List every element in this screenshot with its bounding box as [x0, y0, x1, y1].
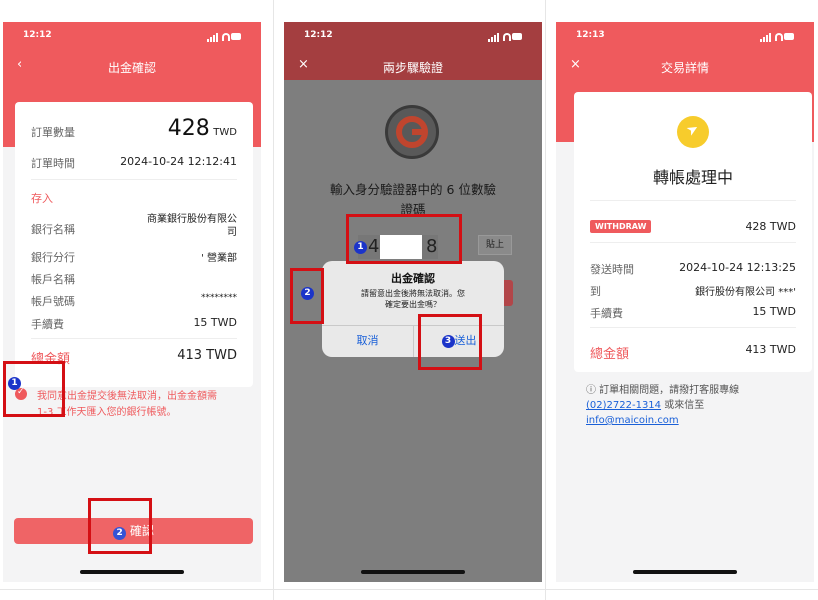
- bank-value-line1: 商業銀行股份有限公: [147, 214, 237, 225]
- phone-link[interactable]: (02)2722-1314: [586, 400, 661, 411]
- help-line2: 或來信至: [661, 400, 705, 411]
- sent-value: 2024-10-24 12:13:25: [679, 261, 796, 274]
- withdraw-badge: WITHDRAW: [590, 220, 652, 233]
- branch-label: 銀行分行: [31, 251, 75, 264]
- fee-value: 15 TWD: [752, 305, 796, 318]
- annotation-box-2: [88, 498, 152, 554]
- help-text: ⓘ 訂單相關問題，請撥打客服專線 (02)2722-1314 或來信至 info…: [586, 383, 739, 428]
- transaction-card: ➤ 轉帳處理中 WITHDRAW 428 TWD 發送時間 2024-10-24…: [574, 92, 812, 372]
- authenticator-logo-icon: [385, 105, 439, 159]
- paste-button[interactable]: 貼上: [478, 235, 512, 255]
- status-icons: [207, 32, 243, 42]
- status-bar: 12:12: [298, 30, 528, 44]
- bank-name-row: 銀行名稱 商業銀行股份有限公 司: [31, 214, 237, 238]
- sent-label: 發送時間: [590, 263, 634, 276]
- page-title: 兩步驟驗證: [382, 61, 443, 75]
- dialog-msg-line1: 請留意出金後將無法取消。您: [361, 289, 465, 298]
- account-name-row: 帳戶名稱: [31, 271, 237, 287]
- order-card: 訂單數量 428 TWD 訂單時間 2024-10-24 12:12:41 存入…: [15, 102, 253, 387]
- status-time: 12:13: [576, 30, 605, 40]
- annotation-box-3: [418, 314, 482, 370]
- account-number-row: 帳戶號碼 ********: [31, 293, 237, 309]
- branch-value: ' 營業部: [201, 253, 237, 264]
- dialog-message: 請留意出金後將無法取消。您 確定要出金嗎？: [322, 288, 504, 310]
- page-title: 交易詳情: [660, 61, 709, 75]
- screen-withdraw-confirm: 12:12 ‹ 出金確認 訂單數量 428 TWD 訂單時間 2024-10-2…: [3, 22, 261, 582]
- home-indicator: [80, 570, 184, 574]
- step-1-badge: 1: [8, 377, 21, 390]
- order-time-row: 訂單時間 2024-10-24 12:12:41: [31, 155, 237, 171]
- status-time: 12:12: [23, 30, 52, 40]
- account-number-value: ********: [201, 293, 237, 303]
- total-row: 總金額 413 TWD: [590, 343, 796, 362]
- branch-row: 銀行分行 ' 營業部: [31, 249, 237, 265]
- order-qty-row: 訂單數量 428 TWD: [31, 116, 237, 141]
- home-indicator: [361, 570, 465, 574]
- fee-value: 15 TWD: [193, 316, 237, 329]
- email-link[interactable]: info@maicoin.com: [586, 415, 679, 426]
- qty-value: 428: [167, 116, 210, 141]
- prompt-line1: 輸入身分驗證器中的 6 位數驗: [330, 182, 496, 197]
- deposit-section-title: 存入: [31, 192, 53, 205]
- total-value: 413 TWD: [177, 348, 237, 363]
- fee-row: 手續費 15 TWD: [590, 305, 796, 321]
- page-title: 出金確認: [107, 61, 156, 75]
- fee-row: 手續費 15 TWD: [31, 316, 237, 332]
- qty-unit: TWD: [213, 127, 237, 138]
- dialog-title: 出金確認: [391, 272, 435, 285]
- time-value: 2024-10-24 12:12:41: [120, 155, 237, 168]
- qty-label: 訂單數量: [31, 126, 75, 139]
- send-icon: ➤: [677, 116, 709, 148]
- fee-label: 手續費: [31, 318, 64, 331]
- status-icons: [760, 32, 796, 42]
- bank-value-line2: 司: [227, 227, 237, 238]
- dialog-cancel-button[interactable]: 取消: [322, 325, 413, 357]
- transfer-status: 轉帳處理中: [652, 168, 733, 187]
- bank-label: 銀行名稱: [31, 223, 75, 236]
- dialog-msg-line2: 確定要出金嗎？: [385, 300, 441, 309]
- amount-value: 428 TWD: [745, 220, 796, 233]
- step-2-badge: 2: [301, 287, 314, 300]
- to-row: 到 銀行股份有限公司 ***': [590, 283, 796, 299]
- total-value: 413 TWD: [745, 343, 796, 356]
- status-bar: 12:13: [570, 30, 800, 44]
- help-line1: ⓘ 訂單相關問題，請撥打客服專線: [586, 385, 740, 396]
- header-bar: 12:12 × 兩步驟驗證: [284, 22, 542, 80]
- account-number-label: 帳戶號碼: [31, 295, 75, 308]
- fee-label: 手續費: [590, 307, 623, 320]
- total-label: 總金額: [590, 347, 630, 362]
- status-time: 12:12: [304, 30, 333, 40]
- to-label: 到: [590, 285, 601, 298]
- to-value: 銀行股份有限公司 ***': [695, 287, 796, 298]
- status-bar: 12:12: [17, 30, 247, 44]
- account-name-label: 帳戶名稱: [31, 273, 75, 286]
- time-label: 訂單時間: [31, 157, 75, 170]
- home-indicator: [633, 570, 737, 574]
- status-icons: [488, 32, 524, 42]
- screen-transaction-detail: 12:13 × 交易詳情 ➤ 轉帳處理中 WITHDRAW 428 TWD 發送…: [556, 22, 814, 582]
- sent-time-row: 發送時間 2024-10-24 12:13:25: [590, 261, 796, 277]
- annotation-box-1: [346, 214, 462, 264]
- screen-two-step-verify: 12:12 × 兩步驟驗證 輸入身分驗證器中的 6 位數驗 證碼 1 4 8 貼…: [284, 22, 542, 582]
